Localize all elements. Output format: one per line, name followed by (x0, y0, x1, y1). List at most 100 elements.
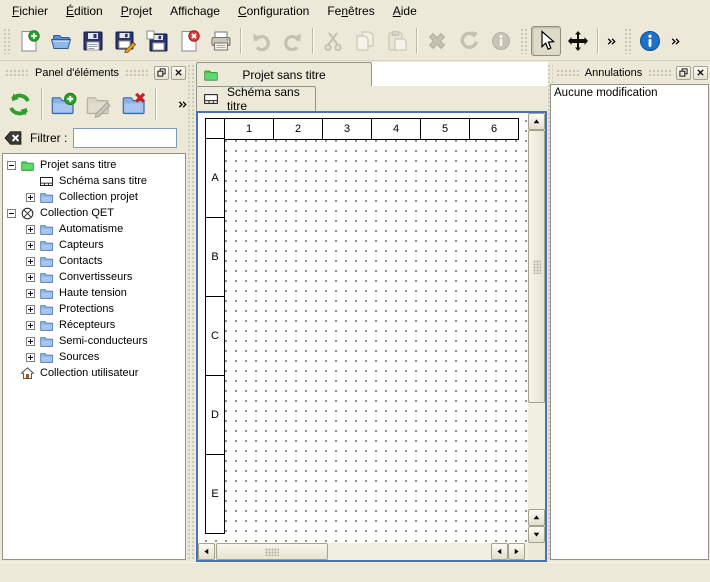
paste-icon (385, 29, 409, 53)
horizontal-scrollbar[interactable] (198, 543, 528, 560)
filter-input[interactable] (73, 128, 177, 148)
scroll-up-button[interactable] (528, 113, 545, 130)
tree-item-protections[interactable]: Protections (3, 301, 185, 317)
tree-item-recepteurs[interactable]: Récepteurs (3, 317, 185, 333)
delete-button[interactable] (422, 26, 452, 56)
menu-item-aide[interactable]: Aide (384, 0, 426, 22)
float-icon (679, 68, 688, 77)
diagram-canvas[interactable]: 123456 ABCDE (198, 113, 528, 543)
reload-collections-button[interactable] (3, 86, 37, 122)
left-splitter-handle[interactable] (187, 64, 195, 560)
float-button[interactable] (676, 66, 691, 80)
element-information-button[interactable] (486, 26, 516, 56)
column-header-6: 6 (469, 118, 519, 140)
open-file-button[interactable] (46, 26, 76, 56)
expander-plus-icon[interactable] (26, 289, 35, 298)
tree-item-contacts[interactable]: Contacts (3, 253, 185, 269)
tab-projet-sans-titre[interactable]: Projet sans titre (196, 62, 372, 86)
tab-schema-sans-titre[interactable]: Schéma sans titre (196, 86, 316, 111)
toolbar-drag-handle[interactable] (3, 28, 10, 54)
toolbar-drag-handle[interactable] (520, 28, 527, 54)
clear-filter-button[interactable] (3, 128, 23, 148)
elements-tree: Projet sans titreSchéma sans titreCollec… (2, 153, 186, 560)
project-folder-icon (203, 67, 219, 83)
tree-item-haute-tension[interactable]: Haute tension (3, 285, 185, 301)
scroll-down-button[interactable] (528, 526, 545, 543)
expander-minus-icon[interactable] (7, 161, 16, 170)
close-button[interactable] (693, 66, 708, 80)
copy-button[interactable] (350, 26, 380, 56)
expander-plus-icon[interactable] (26, 273, 35, 282)
delete-category-button[interactable] (118, 86, 152, 122)
tree-item-semi-conducteurs[interactable]: Semi-conducteurs (3, 333, 185, 349)
vertical-scrollbar[interactable] (528, 113, 545, 543)
float-button[interactable] (154, 66, 169, 80)
row-headers: ABCDE (205, 139, 225, 534)
menu-item-fichier[interactable]: Fichier (3, 0, 57, 22)
close-file-button[interactable] (174, 26, 204, 56)
delete-icon (425, 29, 449, 53)
arrow-left-icon (203, 548, 210, 555)
redo-button[interactable] (278, 26, 308, 56)
expander-plus-icon[interactable] (26, 321, 35, 330)
new-category-button[interactable] (47, 86, 81, 122)
selection-mode-button[interactable] (531, 26, 561, 56)
horizontal-scrollbar-thumb[interactable] (216, 543, 328, 560)
undo-panel-title: Annulations (582, 67, 646, 79)
expander-plus-icon[interactable] (26, 193, 35, 202)
tree-item-schema-sans-titre[interactable]: Schéma sans titre (3, 173, 185, 189)
expander-plus-icon[interactable] (26, 257, 35, 266)
print-button[interactable] (206, 26, 236, 56)
expander-minus-icon[interactable] (7, 209, 16, 218)
expander-plus-icon[interactable] (26, 353, 35, 362)
save-as-button[interactable] (110, 26, 140, 56)
tree-item-collection-projet[interactable]: Collection projet (3, 189, 185, 205)
tree-item-convertisseurs[interactable]: Convertisseurs (3, 269, 185, 285)
home-icon (20, 366, 35, 381)
toolbar-drag-handle[interactable] (624, 28, 631, 54)
expander-plus-icon[interactable] (26, 305, 35, 314)
project-folder-icon (20, 158, 35, 173)
expander-plus-icon[interactable] (26, 225, 35, 234)
row-header-c: C (205, 296, 225, 376)
edit-category-button[interactable] (82, 86, 116, 122)
undo-list-item[interactable]: Aucune modification (554, 87, 705, 102)
save-button[interactable] (78, 26, 108, 56)
save-all-button[interactable] (142, 26, 172, 56)
tree-item-capteurs[interactable]: Capteurs (3, 237, 185, 253)
tree-item-collection-qet[interactable]: Collection QET (3, 205, 185, 221)
tree-item-projet-sans-titre[interactable]: Projet sans titre (3, 157, 185, 173)
tree-item-sources[interactable]: Sources (3, 349, 185, 365)
menu-item-projet[interactable]: Projet (112, 0, 161, 22)
vertical-scrollbar-thumb[interactable] (528, 130, 545, 403)
toolbar-overflow-button[interactable] (603, 29, 620, 53)
expander-plus-icon[interactable] (26, 241, 35, 250)
tree-item-automatisme[interactable]: Automatisme (3, 221, 185, 237)
scroll-left-button[interactable] (491, 543, 508, 560)
cut-button[interactable] (318, 26, 348, 56)
scroll-up-button[interactable] (528, 509, 545, 526)
visualisation-mode-button[interactable] (563, 26, 593, 56)
toolbar-overflow-button[interactable] (667, 29, 684, 53)
tree-item-collection-utilisateur[interactable]: Collection utilisateur (3, 365, 185, 381)
undo-button[interactable] (246, 26, 276, 56)
menu-item-affichage[interactable]: Affichage (161, 0, 229, 22)
menu-item-configuration[interactable]: Configuration (229, 0, 318, 22)
menu-item-edition[interactable]: Édition (57, 0, 112, 22)
expander-plus-icon[interactable] (26, 337, 35, 346)
rotate-button[interactable] (454, 26, 484, 56)
arrow-down-icon (533, 531, 540, 538)
row-header-d: D (205, 375, 225, 455)
close-icon (174, 68, 183, 77)
toolbar-separator (240, 28, 242, 54)
tree-item-label: Semi-conducteurs (59, 335, 148, 347)
arrow-left-icon (496, 548, 503, 555)
close-button[interactable] (171, 66, 186, 80)
new-file-button[interactable] (14, 26, 44, 56)
paste-button[interactable] (382, 26, 412, 56)
toolbar-separator (416, 28, 418, 54)
menu-item-fenetres[interactable]: Fenêtres (318, 0, 383, 22)
diagram-information-button[interactable] (635, 26, 665, 56)
scroll-right-button[interactable] (508, 543, 525, 560)
scroll-left-button[interactable] (198, 543, 215, 560)
